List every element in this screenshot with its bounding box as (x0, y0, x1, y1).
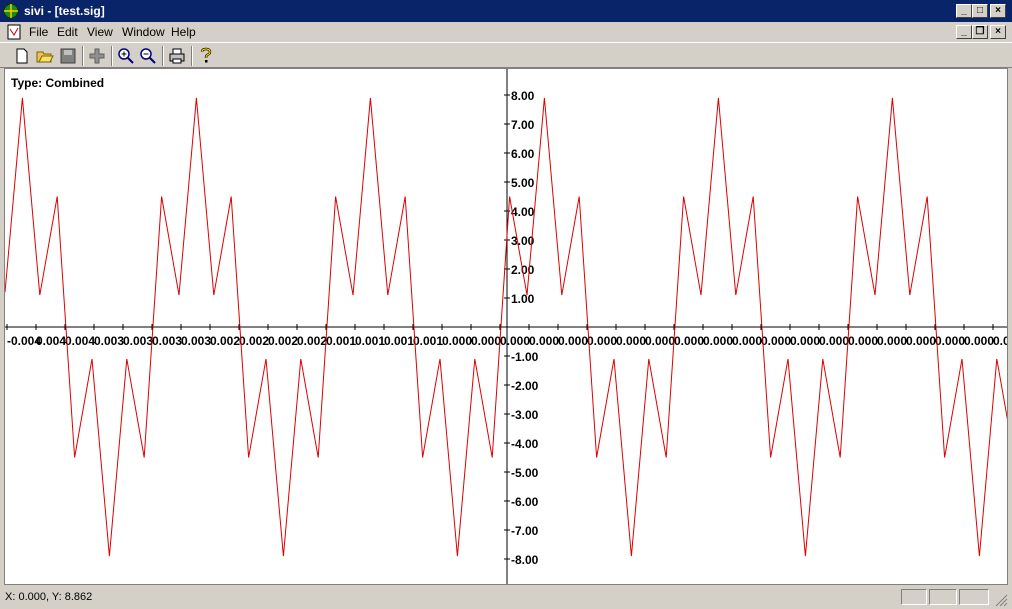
minimize-button[interactable]: _ (956, 4, 972, 18)
x-tick-label: 0.000 (935, 334, 965, 348)
y-tick-label: 6.00 (511, 147, 535, 161)
y-tick-label: -3.00 (511, 408, 539, 422)
x-tick-label: 0.004 (65, 334, 95, 348)
y-tick-label: 1.00 (511, 292, 535, 306)
help-icon[interactable] (196, 46, 216, 66)
menu-file[interactable]: File (29, 25, 48, 39)
window-title: sivi - [test.sig] (24, 4, 105, 18)
plot-type-label: Type: Combined (11, 76, 104, 90)
status-bar: X: 0.000, Y: 8.862 (0, 587, 1012, 609)
app-icon (3, 3, 19, 19)
status-panel (959, 589, 989, 605)
child-close-button[interactable]: × (990, 25, 1006, 39)
document-icon[interactable] (6, 24, 22, 40)
print-icon[interactable] (167, 46, 187, 66)
x-tick-label: 0.000 (761, 334, 791, 348)
y-tick-label: -2.00 (511, 379, 539, 393)
toolbar-separator (162, 46, 164, 66)
x-tick-label: 0.000 (645, 334, 675, 348)
child-restore-button[interactable]: ❐ (972, 25, 988, 39)
new-icon[interactable] (12, 46, 32, 66)
x-tick-label: 0.001 (384, 334, 414, 348)
x-tick-label: 0.000 (471, 334, 501, 348)
x-tick-label: 0.002 (268, 334, 298, 348)
open-icon[interactable] (35, 46, 55, 66)
menu-window[interactable]: Window (122, 25, 165, 39)
x-tick-label: 0.002 (297, 334, 327, 348)
child-minimize-button[interactable]: _ (956, 25, 972, 39)
y-tick-label: -8.00 (511, 553, 539, 567)
menu-view[interactable]: View (87, 25, 113, 39)
plot-area[interactable]: Type: Combined 8.00 7.00 6.00 5.00 4.00 3.00 2… (4, 68, 1012, 585)
x-tick-label: 0.000 (703, 334, 733, 348)
x-tick-label: 0.000 (964, 334, 994, 348)
x-tick-label: 0.000 (442, 334, 472, 348)
x-tick-label: 0.000 (732, 334, 762, 348)
close-button[interactable]: × (990, 4, 1006, 18)
zoom-out-icon[interactable] (138, 46, 158, 66)
x-tick-label: 0.000 (587, 334, 617, 348)
x-tick-label: 0.001 (355, 334, 385, 348)
x-tick-label: 0.004 (36, 334, 66, 348)
signal-chart[interactable]: Type: Combined 8.007.006.005.004.003.002… (4, 69, 1012, 584)
toolbar (0, 42, 1012, 68)
x-tick-label: 0.000 (558, 334, 588, 348)
x-tick-label: 0.000 (819, 334, 849, 348)
x-tick-label: 0.001 (326, 334, 356, 348)
x-tick-label: 0.003 (152, 334, 182, 348)
x-tick-label: 0.000 (790, 334, 820, 348)
toolbar-separator (82, 46, 84, 66)
x-tick-label: 0.000 (616, 334, 646, 348)
y-tick-label: -4.00 (511, 437, 539, 451)
y-tick-label: 5.00 (511, 176, 535, 190)
menu-help[interactable]: Help (171, 25, 196, 39)
x-tick-label: 0.000 (993, 334, 1007, 348)
toolbar-separator (111, 46, 113, 66)
y-tick-label: 7.00 (511, 118, 535, 132)
y-tick-label: -6.00 (511, 495, 539, 509)
y-tick-label: -1.00 (511, 350, 539, 364)
y-tick-label: 4.00 (511, 205, 535, 219)
x-tick-label: 0.000 (674, 334, 704, 348)
menu-edit[interactable]: Edit (57, 25, 78, 39)
y-tick-label: 8.00 (511, 89, 535, 103)
title-bar: sivi - [test.sig] _ □ × (0, 0, 1012, 22)
x-tick-label: 0.003 (123, 334, 153, 348)
x-tick-label: 0.003 (181, 334, 211, 348)
x-tick-label: 0.000 (529, 334, 559, 348)
resize-grip-icon[interactable] (994, 593, 1008, 607)
save-icon[interactable] (58, 46, 78, 66)
zoom-in-icon[interactable] (116, 46, 136, 66)
y-tick-label: -7.00 (511, 524, 539, 538)
add-icon[interactable] (87, 46, 107, 66)
x-tick-label: 0.002 (210, 334, 240, 348)
menu-bar: File Edit View Window Help _ ❐ × (0, 22, 1012, 42)
toolbar-separator (191, 46, 193, 66)
x-tick-label: 0.000 (848, 334, 878, 348)
status-panel (901, 589, 927, 605)
x-tick-label: 0.002 (239, 334, 269, 348)
x-tick-label: 0.000 (877, 334, 907, 348)
x-tick-label: 0.003 (94, 334, 124, 348)
x-tick-label: 0.000 (906, 334, 936, 348)
x-tick-label: 0.001 (413, 334, 443, 348)
maximize-button[interactable]: □ (972, 4, 988, 18)
cursor-coordinates: X: 0.000, Y: 8.862 (5, 591, 93, 603)
x-tick-label: 0.000 (500, 334, 530, 348)
status-panel (929, 589, 957, 605)
y-tick-label: -5.00 (511, 466, 539, 480)
